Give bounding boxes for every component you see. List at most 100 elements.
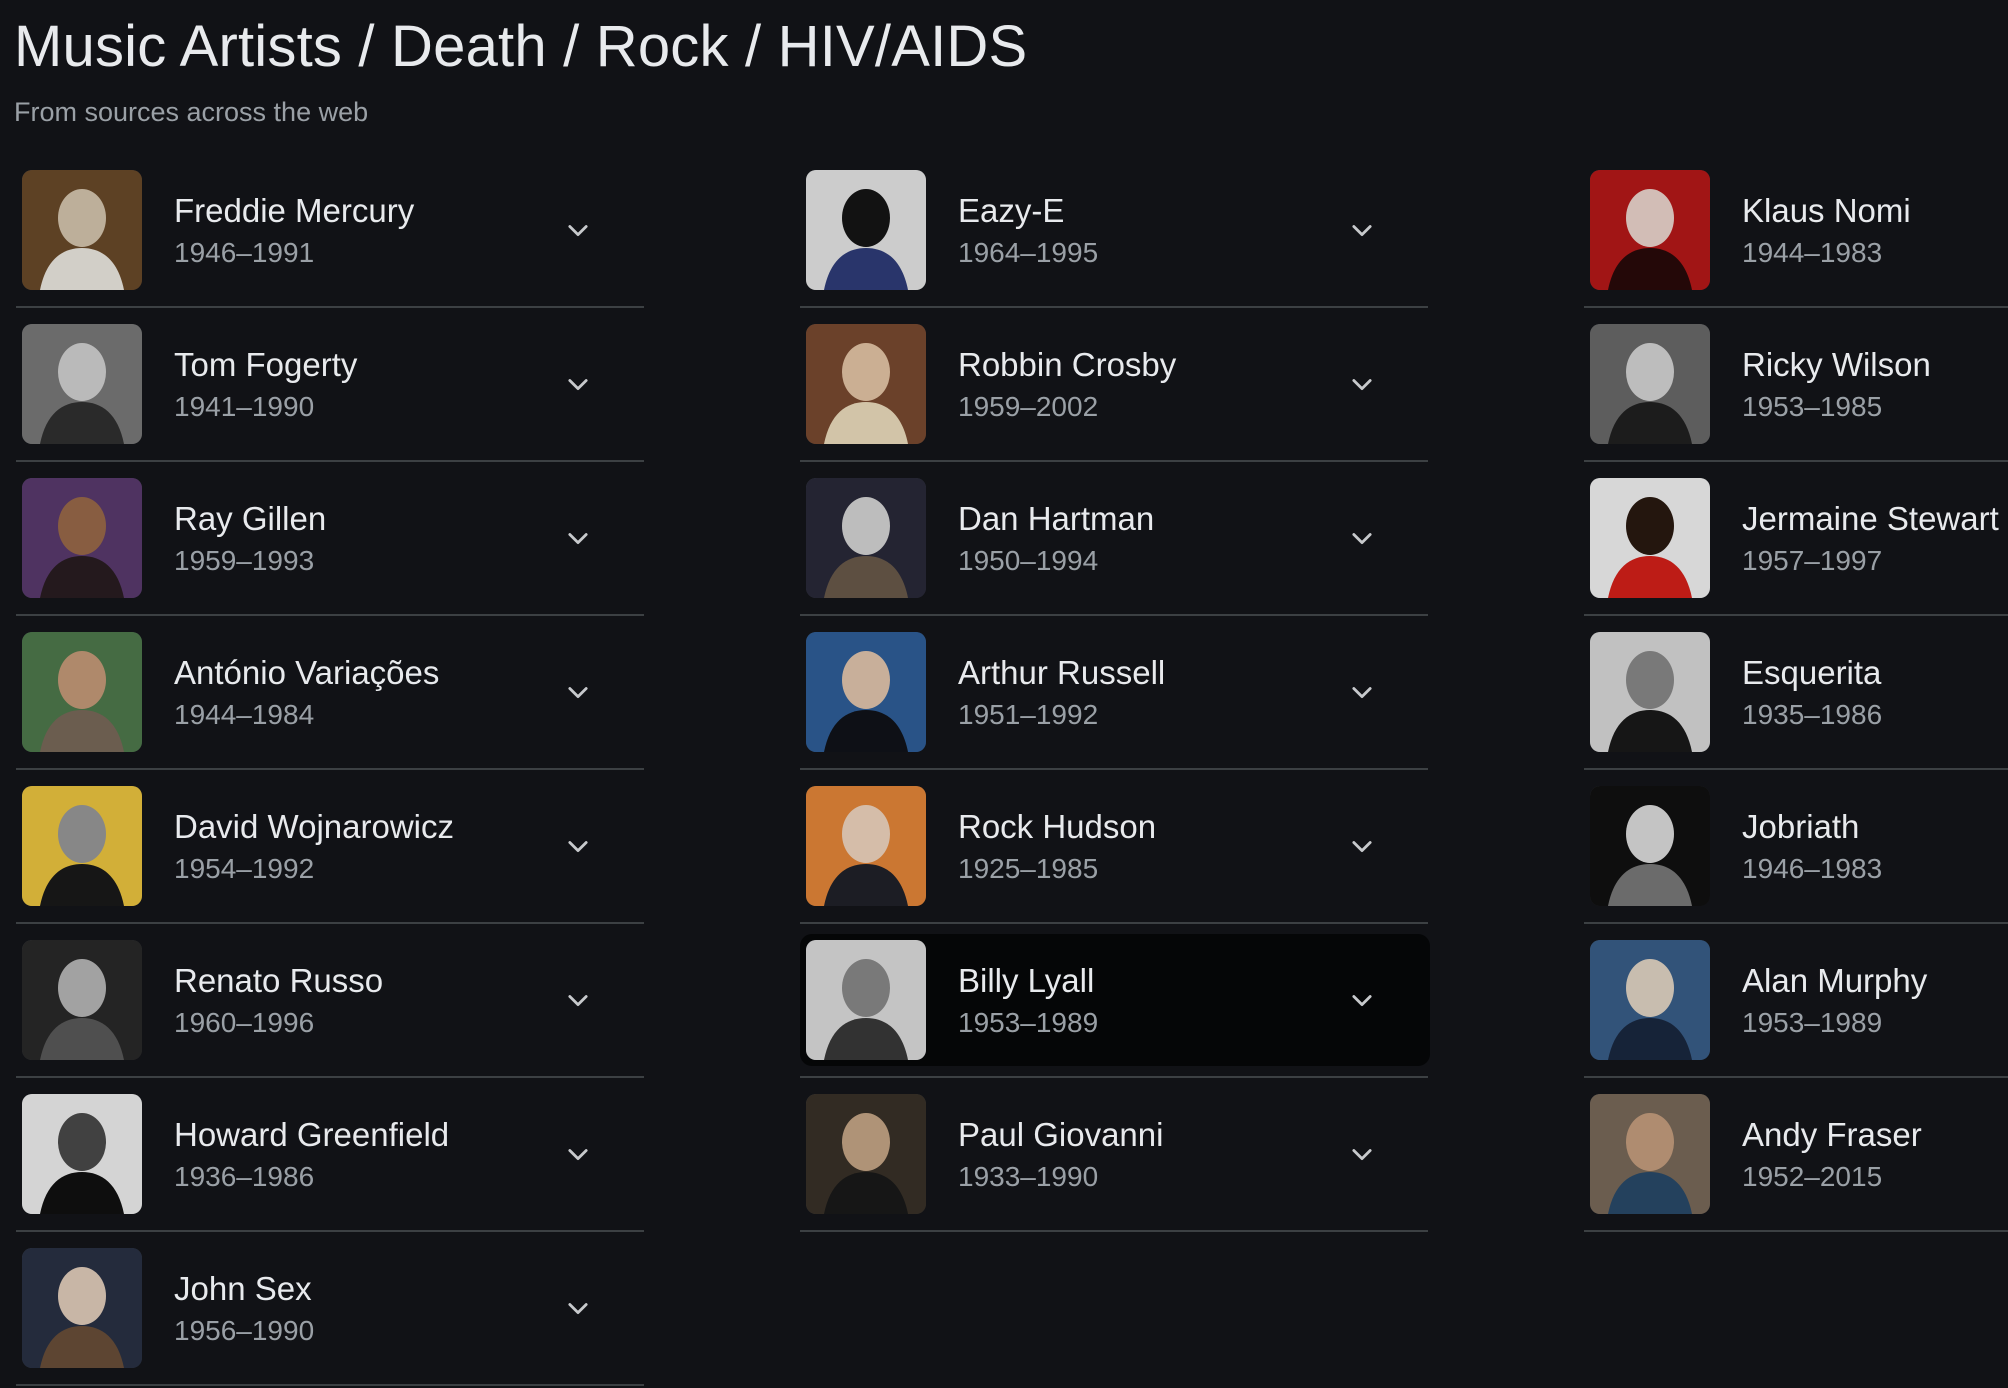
artist-years: 1956–1990 (174, 1315, 315, 1346)
artist-row[interactable]: António Variações 1944–1984 (16, 616, 644, 770)
artist-years: 1941–1990 (174, 391, 315, 422)
artist-column-3: Klaus Nomi 1944–1983 Ricky Wilson 1953–1985… (1584, 154, 2008, 1386)
chevron-down-icon[interactable] (1348, 832, 1376, 860)
artist-name: Robbin Crosby (958, 346, 1177, 383)
artist-name: Rock Hudson (958, 808, 1157, 845)
artist-row[interactable]: Ricky Wilson 1953–1985 (1584, 308, 2008, 462)
artist-text: Klaus Nomi 1944–1983 (1742, 190, 2008, 270)
artist-name: Renato Russo (174, 962, 384, 999)
artist-text: Eazy-E 1964–1995 (958, 190, 1348, 270)
artist-row[interactable]: Klaus Nomi 1944–1983 (1584, 154, 2008, 308)
artist-name: Ricky Wilson (1742, 346, 1931, 383)
artist-text: Ray Gillen 1959–1993 (174, 498, 564, 578)
artist-row[interactable]: Rock Hudson 1925–1985 (800, 770, 1428, 924)
artist-years: 1946–1983 (1742, 853, 1883, 884)
chevron-down-icon[interactable] (564, 986, 592, 1014)
page-subtitle: From sources across the web (14, 97, 369, 127)
chevron-down-icon[interactable] (1348, 216, 1376, 244)
artist-text: Alan Murphy 1953–1989 (1742, 960, 2008, 1040)
artist-years: 1946–1991 (174, 237, 315, 268)
artist-text: Tom Fogerty 1941–1990 (174, 344, 564, 424)
header: Music Artists / Death / Rock / HIV/AIDS … (14, 12, 1984, 128)
artist-years: 1952–2015 (1742, 1161, 1883, 1192)
artist-row[interactable]: Paul Giovanni 1933–1990 (800, 1078, 1428, 1232)
artist-years: 1944–1983 (1742, 237, 1883, 268)
artist-years: 1953–1989 (958, 1007, 1099, 1038)
artist-years: 1936–1986 (174, 1161, 315, 1192)
artist-photo (806, 324, 926, 444)
artist-photo (22, 1094, 142, 1214)
artist-name: John Sex (174, 1270, 312, 1307)
artist-photo (22, 786, 142, 906)
artist-row[interactable]: Renato Russo 1960–1996 (16, 924, 644, 1078)
artist-text: António Variações 1944–1984 (174, 652, 564, 732)
artist-photo (806, 1094, 926, 1214)
artist-name: Jobriath (1742, 808, 1860, 845)
artist-column-2: Eazy-E 1964–1995 Robbin Crosby 1959–2002 Dan… (800, 154, 1430, 1386)
artist-name: Paul Giovanni (958, 1116, 1164, 1153)
artist-row[interactable]: Jermaine Stewart 1957–1997 (1584, 462, 2008, 616)
chevron-down-icon[interactable] (564, 524, 592, 552)
chevron-down-icon[interactable] (564, 832, 592, 860)
artist-name: Esquerita (1742, 654, 1882, 691)
artist-name: Jermaine Stewart (1742, 500, 1999, 537)
chevron-down-icon[interactable] (564, 1140, 592, 1168)
page: Music Artists / Death / Rock / HIV/AIDS … (0, 0, 2008, 1388)
chevron-down-icon[interactable] (564, 678, 592, 706)
artist-row[interactable]: Eazy-E 1964–1995 (800, 154, 1428, 308)
artist-name: Dan Hartman (958, 500, 1155, 537)
artist-row[interactable]: Alan Murphy 1953–1989 (1584, 924, 2008, 1078)
artist-row[interactable]: Ray Gillen 1959–1993 (16, 462, 644, 616)
artist-years: 1951–1992 (958, 699, 1099, 730)
artist-row[interactable]: Esquerita 1935–1986 (1584, 616, 2008, 770)
artist-photo (806, 786, 926, 906)
chevron-down-icon[interactable] (564, 1294, 592, 1322)
chevron-down-icon[interactable] (564, 216, 592, 244)
artist-row[interactable]: David Wojnarowicz 1954–1992 (16, 770, 644, 924)
artist-row[interactable]: Arthur Russell 1951–1992 (800, 616, 1428, 770)
artist-text: Dan Hartman 1950–1994 (958, 498, 1348, 578)
artist-photo (806, 632, 926, 752)
artist-years: 1935–1986 (1742, 699, 1883, 730)
chevron-down-icon[interactable] (1348, 986, 1376, 1014)
artist-text: Rock Hudson 1925–1985 (958, 806, 1348, 886)
artist-text: John Sex 1956–1990 (174, 1268, 564, 1348)
artist-years: 1960–1996 (174, 1007, 315, 1038)
chevron-down-icon[interactable] (1348, 1140, 1376, 1168)
artist-photo (806, 478, 926, 598)
artist-row[interactable]: Dan Hartman 1950–1994 (800, 462, 1428, 616)
artist-text: Esquerita 1935–1986 (1742, 652, 2008, 732)
chevron-down-icon[interactable] (564, 370, 592, 398)
artist-photo (22, 478, 142, 598)
artist-photo (1590, 478, 1710, 598)
artist-row[interactable]: Andy Fraser 1952–2015 (1584, 1078, 2008, 1232)
artist-name: Freddie Mercury (174, 192, 415, 229)
artist-name: Andy Fraser (1742, 1116, 1922, 1153)
artist-row[interactable]: Tom Fogerty 1941–1990 (16, 308, 644, 462)
artist-name: Ray Gillen (174, 500, 327, 537)
artist-text: David Wojnarowicz 1954–1992 (174, 806, 564, 886)
artist-years: 1957–1997 (1742, 545, 1883, 576)
chevron-down-icon[interactable] (1348, 370, 1376, 398)
artist-name: Alan Murphy (1742, 962, 1928, 999)
artist-photo (22, 940, 142, 1060)
chevron-down-icon[interactable] (1348, 524, 1376, 552)
artist-text: Howard Greenfield 1936–1986 (174, 1114, 564, 1194)
artist-row[interactable]: Robbin Crosby 1959–2002 (800, 308, 1428, 462)
artist-years: 1953–1989 (1742, 1007, 1883, 1038)
artist-photo (1590, 1094, 1710, 1214)
artist-name: Arthur Russell (958, 654, 1166, 691)
artist-text: Arthur Russell 1951–1992 (958, 652, 1348, 732)
artist-years: 1959–1993 (174, 545, 315, 576)
artist-row[interactable]: John Sex 1956–1990 (16, 1232, 644, 1386)
artist-row[interactable]: Freddie Mercury 1946–1991 (16, 154, 644, 308)
artist-photo (1590, 324, 1710, 444)
artist-row[interactable]: Howard Greenfield 1936–1986 (16, 1078, 644, 1232)
artist-name: Tom Fogerty (174, 346, 358, 383)
artist-row[interactable]: Billy Lyall 1953–1989 (800, 924, 1430, 1078)
artist-text: Jermaine Stewart 1957–1997 (1742, 498, 2008, 578)
chevron-down-icon[interactable] (1348, 678, 1376, 706)
artist-row[interactable]: Jobriath 1946–1983 (1584, 770, 2008, 924)
artist-text: Jobriath 1946–1983 (1742, 806, 2008, 886)
artist-name: Howard Greenfield (174, 1116, 450, 1153)
